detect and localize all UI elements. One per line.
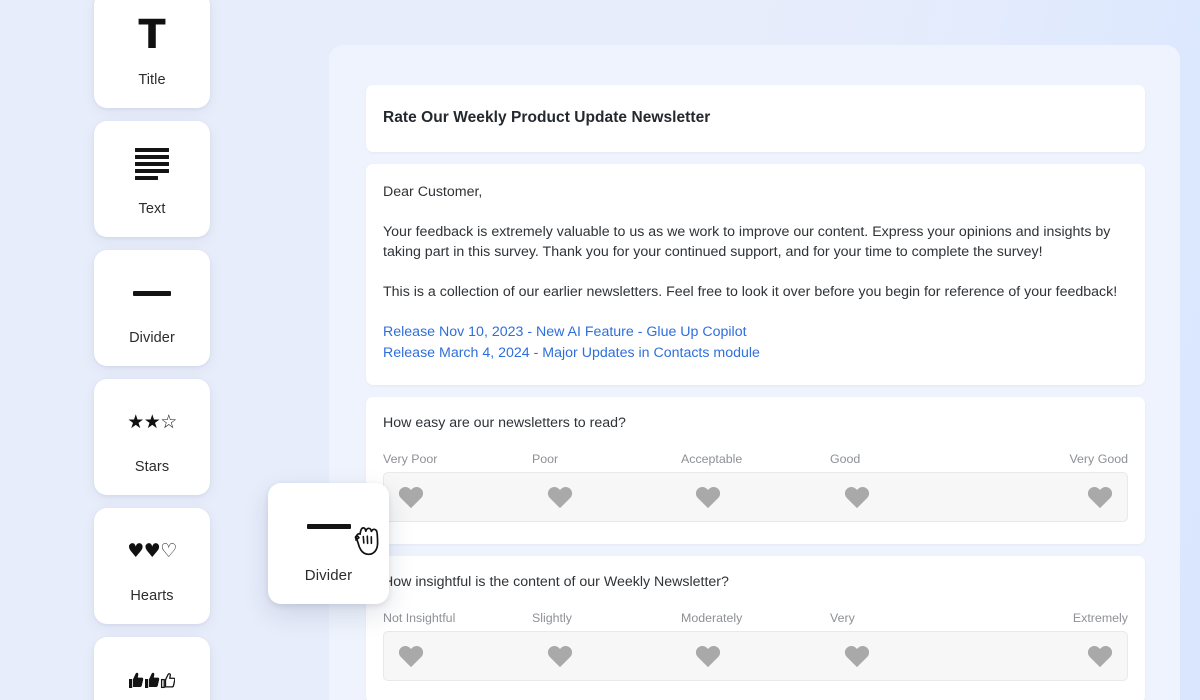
newsletter-link[interactable]: Release Nov 10, 2023 - New AI Feature - … — [383, 322, 747, 342]
question-text: How easy are our newsletters to read? — [383, 415, 626, 431]
scale-label: Moderately — [681, 611, 743, 625]
palette-item-label: Divider — [129, 330, 175, 346]
palette-item-label: Hearts — [130, 588, 174, 604]
scale-label: Very — [830, 611, 855, 625]
scale-label: Acceptable — [681, 452, 743, 466]
heart-icon — [398, 645, 424, 668]
heart-icon — [696, 645, 721, 668]
drag-preview-card[interactable]: Divider — [268, 483, 389, 604]
scale-label-row: Very Poor Poor Acceptable Good Very Good — [383, 452, 1128, 466]
newsletter-link-list: Release Nov 10, 2023 - New AI Feature - … — [383, 322, 1128, 363]
page-title: Rate Our Weekly Product Update Newslette… — [383, 109, 711, 126]
heart-icon — [547, 486, 572, 509]
heart-icon — [1087, 645, 1113, 668]
drag-preview-label: Divider — [304, 566, 353, 584]
palette-item-label: Stars — [134, 459, 170, 475]
heart-icon — [696, 486, 721, 509]
scale-label: Extremely — [1072, 611, 1128, 625]
palette-item-hearts[interactable]: ♥♥♡ Hearts — [94, 508, 210, 624]
palette-item-divider[interactable]: Divider — [94, 250, 210, 366]
rating-strip — [383, 472, 1128, 522]
newsletter-link[interactable]: Release March 4, 2024 - Major Updates in… — [383, 343, 760, 363]
heart-icon — [398, 486, 424, 509]
divider-icon — [133, 270, 171, 316]
scale-label: Not Insightful — [383, 611, 456, 625]
scale-label: Poor — [532, 452, 559, 466]
thumbs-up-icon — [129, 657, 175, 700]
rating-option[interactable] — [681, 644, 830, 668]
survey-question-block[interactable]: How insightful is the content of our Wee… — [366, 556, 1145, 700]
divider-icon — [306, 504, 351, 550]
palette-item-thumbs[interactable]: Thumbs — [94, 637, 210, 700]
rating-option[interactable] — [681, 485, 830, 509]
intro-greeting: Dear Customer, — [383, 184, 483, 200]
heart-icon — [547, 645, 572, 668]
survey-intro-block[interactable]: Dear Customer, Your feedback is extremel… — [366, 164, 1145, 385]
intro-paragraph-1: Your feedback is extremely valuable to u… — [383, 224, 1111, 260]
palette-item-label: Title — [138, 72, 166, 88]
scale-label-row: Not Insightful Slightly Moderately Very … — [383, 611, 1128, 625]
title-icon: T — [138, 12, 166, 58]
hearts-glyphs: ♥♥♡ — [127, 539, 177, 562]
rating-option[interactable] — [978, 485, 1127, 509]
heart-icon — [844, 486, 869, 509]
palette-item-title[interactable]: T Title — [94, 0, 210, 108]
stars-glyphs: ★★☆ — [127, 410, 177, 433]
rating-option[interactable] — [384, 644, 533, 668]
block-palette-sidebar: T Title Text Divider ★★☆ Stars ♥♥♡ Heart… — [94, 0, 210, 700]
heart-icon — [844, 645, 869, 668]
palette-item-stars[interactable]: ★★☆ Stars — [94, 379, 210, 495]
rating-option[interactable] — [978, 644, 1127, 668]
rating-option[interactable] — [830, 485, 979, 509]
rating-option[interactable] — [830, 644, 979, 668]
intro-paragraph-2: This is a collection of our earlier news… — [383, 284, 1118, 300]
hearts-icon: ♥♥♡ — [127, 528, 177, 574]
question-text: How insightful is the content of our Wee… — [383, 574, 729, 590]
palette-item-label: Text — [138, 201, 166, 217]
survey-form-stack: Rate Our Weekly Product Update Newslette… — [366, 85, 1145, 700]
rating-option[interactable] — [533, 644, 682, 668]
rating-option[interactable] — [384, 485, 533, 509]
stars-icon: ★★☆ — [127, 399, 177, 445]
scale-label: Good — [830, 452, 861, 466]
heart-icon — [1087, 486, 1113, 509]
survey-question-block[interactable]: How easy are our newsletters to read? Ve… — [366, 397, 1145, 544]
rating-strip — [383, 631, 1128, 681]
text-lines-icon — [135, 141, 169, 187]
palette-item-text[interactable]: Text — [94, 121, 210, 237]
scale-label: Very Good — [1069, 452, 1128, 466]
rating-option[interactable] — [533, 485, 682, 509]
scale-label: Slightly — [532, 611, 572, 625]
scale-label: Very Poor — [383, 452, 438, 466]
survey-title-block[interactable]: Rate Our Weekly Product Update Newslette… — [366, 85, 1145, 152]
